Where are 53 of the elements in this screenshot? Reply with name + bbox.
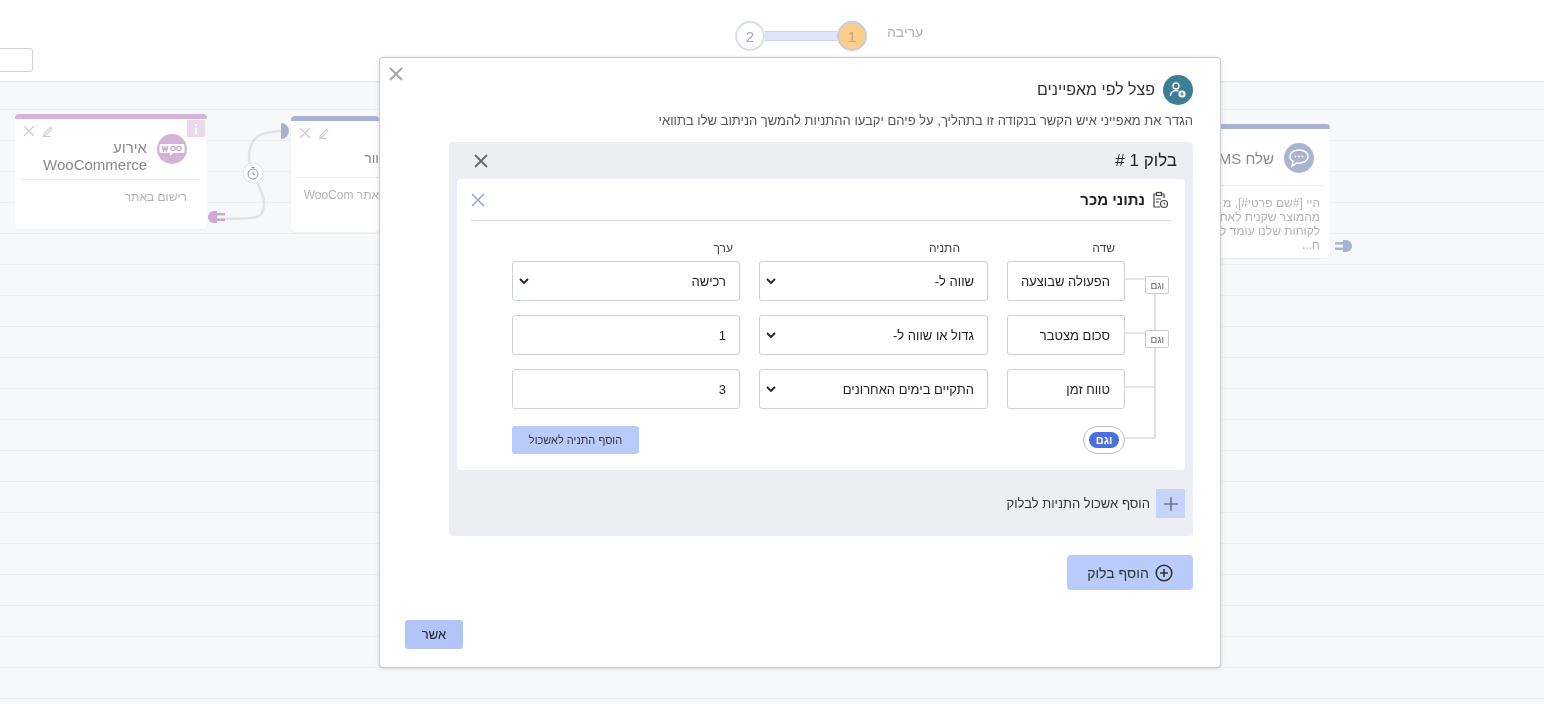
flow-node[interactable]: וור אתר WooCom — [291, 116, 379, 232]
woo-logo-icon — [157, 134, 187, 164]
chevron-down-icon[interactable] — [766, 277, 776, 285]
close-icon[interactable] — [389, 67, 403, 81]
group-title: נתוני מכר — [1080, 191, 1145, 208]
plus-icon[interactable] — [1163, 496, 1178, 511]
step-label: עריבה — [887, 24, 924, 40]
column-header: התניה — [928, 241, 960, 255]
node-text: ח... — [1302, 238, 1320, 252]
input-field[interactable] — [0, 48, 33, 72]
chevron-down-icon[interactable] — [766, 331, 776, 339]
circle-plus-icon[interactable] — [1154, 563, 1173, 582]
value-input[interactable]: 3 — [512, 369, 740, 409]
node-title: אירוע WooCommerce — [42, 139, 147, 173]
node-text: אתר WooCom — [303, 188, 379, 202]
node-text: רישום באתר — [124, 190, 187, 204]
chat-bubble-icon — [1284, 143, 1314, 173]
value-input[interactable]: 1 — [512, 315, 740, 355]
pencil-icon[interactable] — [318, 127, 330, 139]
field-select[interactable]: הפעולה שבוצעה — [1007, 261, 1125, 301]
socket-icon[interactable] — [281, 123, 291, 139]
column-header: שדה — [1092, 241, 1115, 255]
add-group-button[interactable] — [1156, 489, 1185, 518]
value-select[interactable]: רכישה — [512, 261, 740, 301]
close-icon[interactable] — [474, 153, 488, 168]
node-title: וור — [364, 148, 379, 167]
and-tag: וגם — [1145, 276, 1169, 294]
close-icon[interactable] — [471, 192, 485, 207]
add-condition-button[interactable]: הוסף התניה לאשכול — [512, 426, 639, 454]
block-title: בלוק 1 # — [1115, 150, 1177, 171]
and-tag: וגם — [1145, 330, 1169, 348]
node-text: היי [#שם פרטי#], מ — [1223, 196, 1320, 210]
user-split-icon — [1163, 75, 1193, 105]
clipboard-icon — [1151, 190, 1169, 209]
pencil-icon[interactable] — [42, 125, 54, 137]
confirm-button[interactable]: אשר — [405, 620, 463, 649]
node-text: מהמוצר שקנית לאח — [1219, 210, 1320, 224]
flow-node[interactable]: אירוע WooCommerce רישום באתר — [15, 114, 207, 229]
field-select[interactable]: טווח זמן — [1007, 369, 1125, 409]
chevron-down-icon[interactable] — [519, 277, 529, 285]
chevron-down-icon[interactable] — [766, 385, 776, 393]
operator-select[interactable]: התקיים בימים האחרונים — [759, 369, 988, 409]
field-select[interactable]: סכום מצטבר — [1007, 315, 1125, 355]
info-icon[interactable] — [187, 120, 205, 137]
column-header: ערך — [713, 241, 733, 255]
timer-icon[interactable] — [242, 162, 264, 184]
dialog-title: פצל לפי מאפיינים — [1037, 81, 1155, 99]
operator-select[interactable]: גדול או שווה ל- — [759, 315, 988, 355]
dialog-description: הגדר את מאפייני איש הקשר בנקודה זו בתהליך, על פיהם יקבעו ההתניות להמשך הניתוב שלו בתוואי — [658, 113, 1193, 128]
add-block-button[interactable]: הוסף בלוק — [1067, 555, 1193, 590]
operator-select[interactable]: שווה ל- — [759, 261, 988, 301]
logic-toggle[interactable]: וגם — [1083, 426, 1125, 454]
add-group-label: הוסף אשכול התניות לבלוק — [1006, 496, 1150, 511]
